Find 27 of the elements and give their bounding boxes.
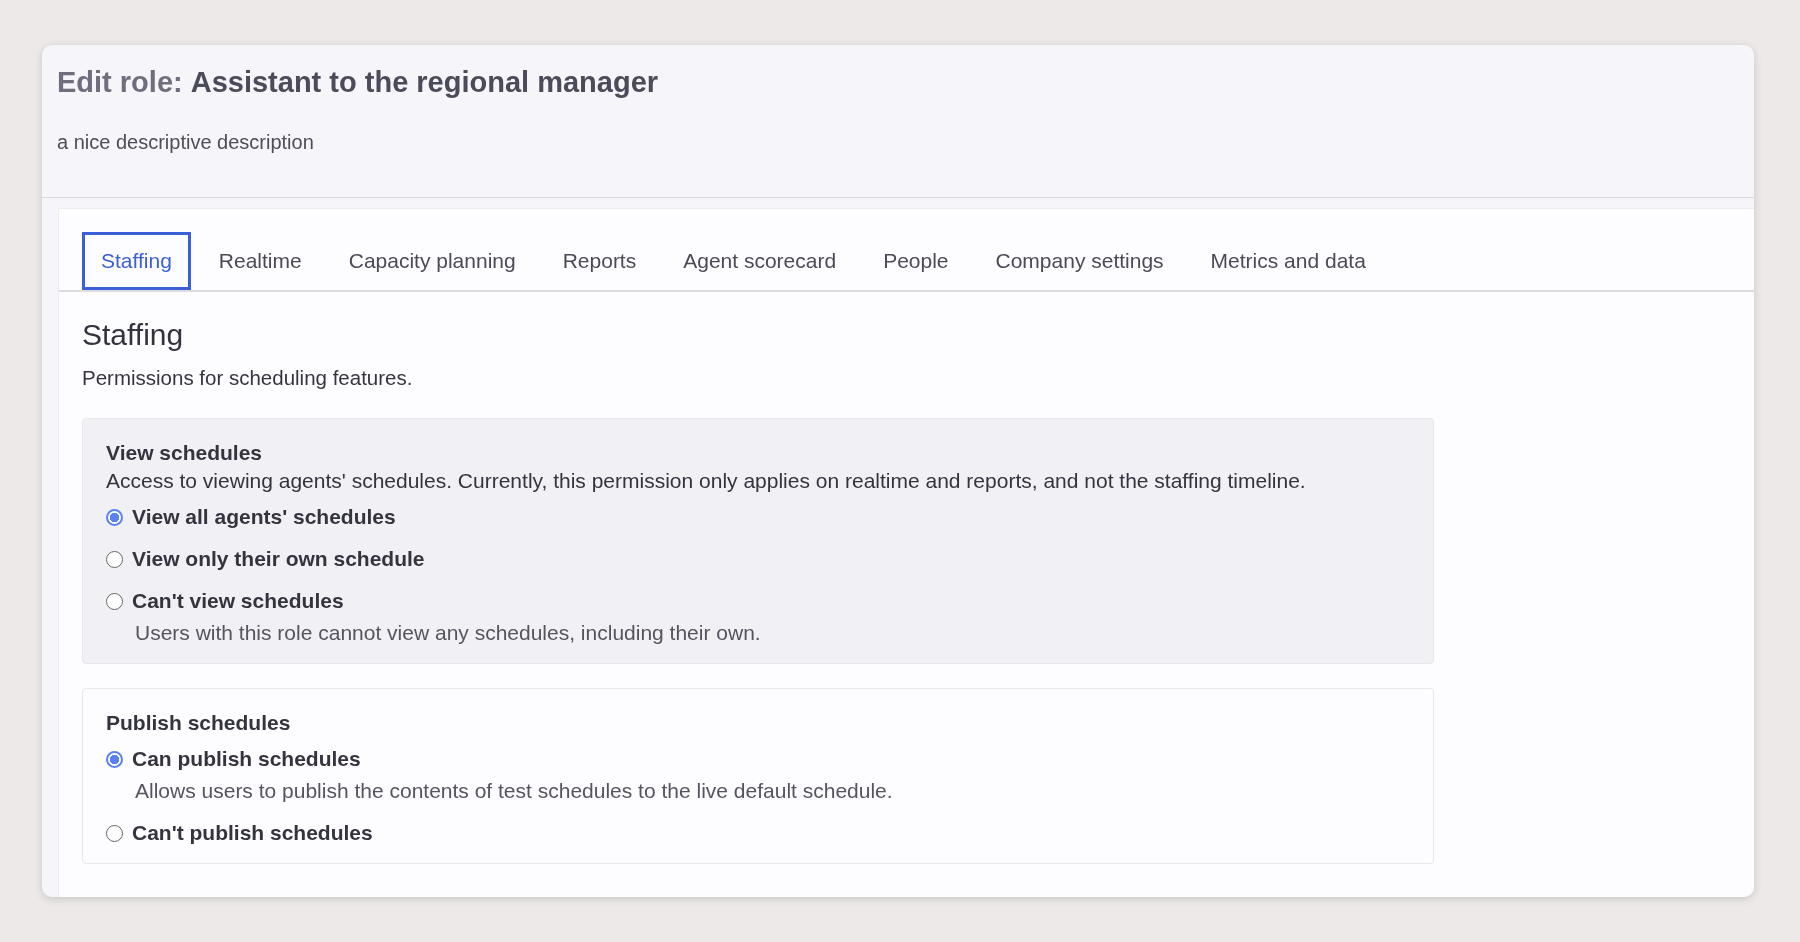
tab[interactable]: Reports — [543, 232, 656, 290]
tab[interactable]: People — [864, 232, 968, 290]
radio-button[interactable] — [106, 550, 123, 568]
section-description: Permissions for scheduling features. — [82, 366, 414, 390]
tab[interactable]: Company settings — [976, 232, 1183, 290]
tab[interactable]: Staffing — [82, 232, 191, 290]
radio-button[interactable] — [106, 592, 123, 610]
option-label[interactable]: View all agents' schedules — [132, 505, 396, 529]
tab[interactable]: Realtime — [199, 232, 321, 290]
option-description: Allows users to publish the contents of test schedules to the live default schedule. — [135, 779, 894, 803]
radio-button[interactable] — [106, 508, 123, 526]
radio-button[interactable] — [106, 750, 123, 768]
option-label[interactable]: Can't publish schedules — [132, 821, 373, 845]
tab[interactable]: Capacity planning — [329, 232, 535, 290]
page-title: Edit role: Assistant to the regional manager — [57, 65, 660, 99]
option-description: Users with this role cannot view any schedules, including their own. — [135, 621, 762, 645]
section-heading: Staffing — [82, 318, 185, 352]
role-description: a nice descriptive description — [57, 131, 315, 154]
tab[interactable]: Metrics and data — [1191, 232, 1385, 290]
option-label[interactable]: View only their own schedule — [132, 547, 425, 571]
permission-title: Publish schedules — [106, 711, 292, 735]
tab[interactable]: Agent scorecard — [664, 232, 856, 290]
permission-description: Access to viewing agents' schedules. Currently, this permission only applies on realtime and reports, and not the staffing timeline. — [106, 469, 1307, 493]
option-label[interactable]: Can publish schedules — [132, 747, 361, 771]
option-label[interactable]: Can't view schedules — [132, 589, 344, 613]
radio-button[interactable] — [106, 824, 123, 842]
permission-title: View schedules — [106, 441, 264, 465]
